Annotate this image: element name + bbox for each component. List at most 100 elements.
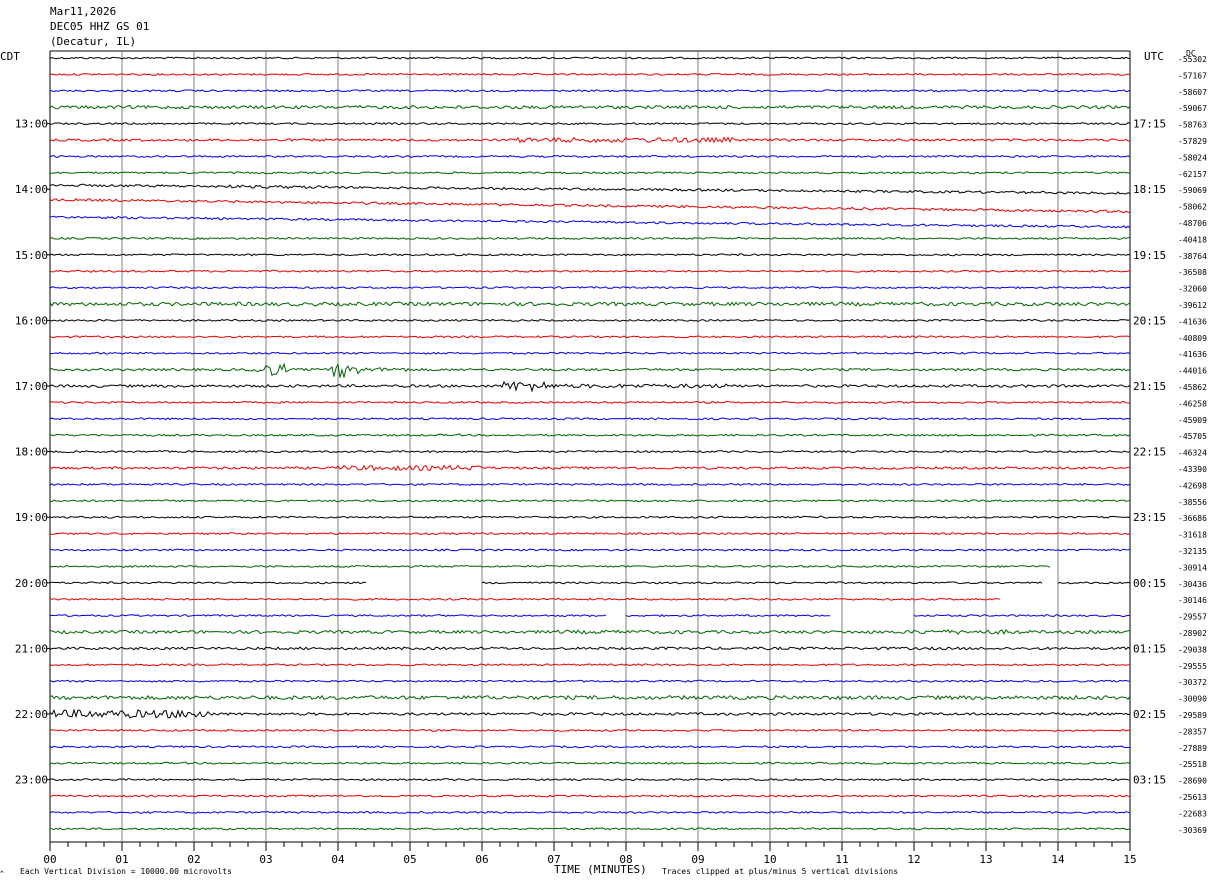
dc-offset-label: -40809	[1178, 334, 1207, 343]
x-tick-label: 05	[403, 853, 416, 866]
dc-offset-label: -58607	[1178, 88, 1207, 97]
dc-offset-label: -41636	[1178, 317, 1207, 326]
dc-offset-label: -43390	[1178, 465, 1207, 474]
seismic-trace	[49, 827, 1131, 831]
seismic-trace	[49, 417, 1131, 421]
seismic-trace	[49, 433, 1131, 437]
seismic-trace	[49, 136, 1131, 144]
seismic-trace	[49, 351, 1131, 355]
dc-offset-label: -46258	[1178, 399, 1207, 408]
x-tick-label: 04	[331, 853, 345, 866]
seismic-trace	[49, 515, 1131, 519]
seismic-trace	[49, 183, 1131, 195]
x-tick-label: 13	[979, 853, 992, 866]
dc-offset-label: -30090	[1178, 695, 1207, 704]
right-timezone-label: UTC	[1144, 50, 1164, 63]
seismic-trace	[49, 236, 1131, 240]
dc-offset-label: -29038	[1178, 645, 1207, 654]
dc-offset-label: -22683	[1178, 809, 1207, 818]
seismic-trace	[49, 646, 1131, 651]
seismic-trace	[49, 122, 1131, 126]
seismogram-plot: 00 01 02 03 04 05 06 07 08 09 10 11 12 13 14 15-55302-5…	[15, 50, 1207, 866]
location-label: (Decatur, IL)	[50, 35, 137, 48]
right-hour-label: 03:15	[1133, 774, 1166, 787]
dc-offset-label: -48706	[1178, 219, 1207, 228]
seismic-trace	[49, 72, 1131, 76]
seismic-trace	[49, 728, 1131, 732]
station-label: DEC05 HHZ GS 01	[50, 20, 150, 33]
seismic-trace	[49, 104, 1131, 110]
right-hour-label: 23:15	[1133, 511, 1166, 524]
dc-offset-label: -39612	[1178, 301, 1207, 310]
dc-offset-label: -25518	[1178, 760, 1207, 769]
dc-offset-label: -62157	[1178, 170, 1207, 179]
seismic-trace	[49, 679, 1130, 683]
x-tick-label: 09	[691, 853, 704, 866]
dc-offset-label: -30914	[1178, 563, 1207, 572]
seismic-trace	[49, 253, 1131, 257]
right-hour-label: 19:15	[1133, 249, 1166, 262]
dc-offset-label: -58763	[1178, 121, 1207, 130]
x-tick-label: 00	[43, 853, 56, 866]
dc-offset-label: -32060	[1178, 285, 1207, 294]
dc-label: DC	[1186, 49, 1196, 58]
dc-offset-label: -45862	[1178, 383, 1207, 392]
seismic-trace	[49, 778, 1131, 782]
dc-offset-label: -28690	[1178, 777, 1207, 786]
left-hour-label: 14:00	[15, 183, 48, 196]
right-hour-label: 02:15	[1133, 708, 1166, 721]
scale-note: Each Vertical Division = 10000.00 microv…	[20, 867, 232, 876]
dc-offset-label: -30369	[1178, 826, 1207, 835]
dc-offset-label: -44016	[1178, 367, 1207, 376]
x-axis-title: TIME (MINUTES)	[554, 863, 647, 876]
seismic-trace	[49, 761, 1131, 765]
seismic-trace	[49, 215, 1131, 229]
dc-offset-label: -29555	[1178, 662, 1207, 671]
corner-mark: ‸	[0, 860, 4, 873]
seismic-trace	[49, 482, 1131, 486]
right-hour-label: 17:15	[1133, 118, 1166, 131]
dc-offset-label: -58024	[1178, 153, 1207, 162]
seismic-trace	[49, 318, 1131, 322]
dc-offset-label: -45705	[1178, 432, 1207, 441]
dc-offset-label: -59067	[1178, 104, 1207, 113]
x-tick-label: 01	[115, 853, 128, 866]
dc-offset-label: -57167	[1178, 71, 1207, 80]
dc-offset-label: -45909	[1178, 416, 1207, 425]
dc-offset-label: -32135	[1178, 547, 1207, 556]
x-tick-label: 03	[259, 853, 272, 866]
left-hour-label: 16:00	[15, 314, 48, 327]
left-hour-label: 21:00	[15, 642, 48, 655]
seismic-trace	[49, 171, 1131, 175]
seismic-trace	[49, 663, 1131, 667]
seismic-trace	[49, 301, 1131, 307]
x-tick-label: 11	[835, 853, 848, 866]
seismic-trace	[49, 464, 1131, 472]
seismic-trace	[49, 335, 1131, 339]
seismic-trace	[50, 566, 1130, 568]
dc-offset-label: -29557	[1178, 613, 1207, 622]
date-label: Mar11,2026	[50, 5, 117, 18]
seismic-trace	[49, 362, 1131, 378]
left-hour-label: 13:00	[15, 118, 48, 131]
dc-offset-label: -38556	[1178, 498, 1207, 507]
seismic-trace	[49, 198, 1130, 214]
right-hour-label: 20:15	[1133, 314, 1166, 327]
x-tick-label: 14	[1051, 853, 1065, 866]
seismic-trace	[49, 286, 1131, 290]
seismic-trace	[49, 548, 1131, 552]
dc-offset-label: -25613	[1178, 793, 1207, 802]
dc-offset-label: -30146	[1178, 596, 1207, 605]
dc-offset-label: -30372	[1178, 678, 1207, 687]
seismic-trace	[49, 269, 1131, 273]
clip-note: Traces clipped at plus/minus 5 vertical …	[662, 867, 899, 876]
seismic-trace	[49, 154, 1131, 158]
x-tick-label: 10	[763, 853, 776, 866]
dc-offset-label: -58062	[1178, 203, 1207, 212]
seismic-trace	[49, 708, 1131, 719]
x-tick-label: 02	[187, 853, 200, 866]
right-hour-label: 21:15	[1133, 380, 1166, 393]
seismic-trace	[49, 89, 1131, 93]
dc-offset-label: -41636	[1178, 350, 1207, 359]
left-hour-label: 19:00	[15, 511, 48, 524]
